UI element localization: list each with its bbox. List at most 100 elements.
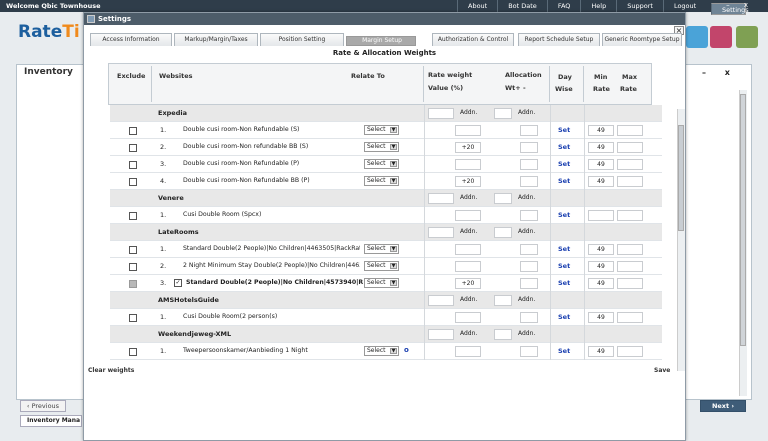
group-allocation-input[interactable]: [494, 108, 512, 119]
group-rate-weight-input[interactable]: [428, 193, 454, 204]
group-allocation-input[interactable]: [494, 329, 512, 340]
min-rate-input[interactable]: 49: [588, 244, 614, 255]
tab-authorization-control[interactable]: Authorization & Control: [432, 33, 514, 46]
next-button[interactable]: Next ›: [700, 400, 746, 412]
rate-weight-input[interactable]: [455, 312, 481, 323]
group-rate-weight-input[interactable]: [428, 295, 454, 306]
exclude-checkbox[interactable]: [129, 246, 137, 254]
exclude-checkbox[interactable]: [129, 161, 137, 169]
tab-generic-roomtype-setup[interactable]: Generic Roomtype Setup: [602, 33, 682, 46]
min-rate-input[interactable]: 49: [588, 261, 614, 272]
rate-weight-input[interactable]: +20: [455, 142, 481, 153]
rate-weight-input[interactable]: [455, 346, 481, 357]
website-checkbox[interactable]: ✓: [174, 279, 182, 287]
exclude-checkbox[interactable]: [129, 263, 137, 271]
tab-position-setting[interactable]: Position Setting: [260, 33, 344, 46]
info-icon[interactable]: o: [404, 346, 409, 354]
min-rate-input[interactable]: 49: [588, 312, 614, 323]
panel-controls[interactable]: – x: [702, 68, 738, 77]
nav-bot-date[interactable]: Bot Date: [497, 0, 547, 12]
relate-to-select[interactable]: Select ▼: [364, 142, 399, 152]
relate-to-select[interactable]: Select ▼: [364, 261, 399, 271]
nav-about[interactable]: About: [457, 0, 497, 12]
relate-to-select[interactable]: Select ▼: [364, 176, 399, 186]
group-rate-weight-input[interactable]: [428, 227, 454, 238]
max-rate-input[interactable]: [617, 346, 643, 357]
rate-weight-input[interactable]: [455, 125, 481, 136]
max-rate-input[interactable]: [617, 176, 643, 187]
relate-to-select[interactable]: Select ▼: [364, 278, 399, 288]
group-allocation-input[interactable]: [494, 193, 512, 204]
allocation-input[interactable]: [520, 346, 538, 357]
tab-report-schedule-setup[interactable]: Report Schedule Setup: [518, 33, 600, 46]
inventory-manager-tab[interactable]: Inventory Mana: [20, 415, 82, 427]
rate-weight-input[interactable]: [455, 159, 481, 170]
relate-to-select[interactable]: Select ▼: [364, 159, 399, 169]
relate-to-select[interactable]: Select ▼: [364, 244, 399, 254]
allocation-input[interactable]: [520, 125, 538, 136]
rate-weight-input[interactable]: +20: [455, 176, 481, 187]
grid-scroll-thumb[interactable]: [678, 125, 684, 231]
min-rate-input[interactable]: 49: [588, 159, 614, 170]
allocation-input[interactable]: [520, 159, 538, 170]
relate-to-select[interactable]: Select ▼: [364, 346, 399, 356]
exclude-checkbox[interactable]: [129, 144, 137, 152]
min-rate-input[interactable]: 49: [588, 346, 614, 357]
max-rate-input[interactable]: [617, 125, 643, 136]
min-rate-input[interactable]: 49: [588, 278, 614, 289]
notes-icon[interactable]: [736, 26, 758, 48]
max-rate-input[interactable]: [617, 278, 643, 289]
relate-to-select[interactable]: Select ▼: [364, 125, 399, 135]
set-link[interactable]: Set: [558, 160, 570, 168]
max-rate-input[interactable]: [617, 244, 643, 255]
set-link[interactable]: Set: [558, 347, 570, 355]
tab-markup-margin-taxes[interactable]: Markup/Margin/Taxes: [174, 33, 258, 46]
allocation-input[interactable]: [520, 142, 538, 153]
exclude-checkbox[interactable]: [129, 314, 137, 322]
set-link[interactable]: Set: [558, 143, 570, 151]
set-link[interactable]: Set: [558, 177, 570, 185]
min-rate-input[interactable]: 49: [588, 142, 614, 153]
set-link[interactable]: Set: [558, 313, 570, 321]
set-link[interactable]: Set: [558, 126, 570, 134]
max-rate-input[interactable]: [617, 261, 643, 272]
set-link[interactable]: Set: [558, 262, 570, 270]
set-link[interactable]: Set: [558, 279, 570, 287]
rate-weight-input[interactable]: +20: [455, 278, 481, 289]
group-rate-weight-input[interactable]: [428, 329, 454, 340]
save-button[interactable]: Save: [654, 367, 670, 374]
exclude-checkbox[interactable]: [129, 178, 137, 186]
nav-support[interactable]: Support: [616, 0, 663, 12]
set-link[interactable]: Set: [558, 211, 570, 219]
set-link[interactable]: Set: [558, 245, 570, 253]
app-icon[interactable]: [686, 26, 708, 48]
panel-scroll-thumb[interactable]: [740, 94, 746, 346]
exclude-checkbox[interactable]: [129, 348, 137, 356]
rate-weight-input[interactable]: [455, 244, 481, 255]
rate-weight-input[interactable]: [455, 261, 481, 272]
tab-margin-setup[interactable]: Margin Setup: [346, 36, 416, 46]
allocation-input[interactable]: [520, 176, 538, 187]
group-allocation-input[interactable]: [494, 227, 512, 238]
max-rate-input[interactable]: [617, 159, 643, 170]
max-rate-input[interactable]: [617, 312, 643, 323]
group-allocation-input[interactable]: [494, 295, 512, 306]
min-rate-input[interactable]: 49: [588, 176, 614, 187]
nav-help[interactable]: Help: [580, 0, 616, 12]
nav-faq[interactable]: FAQ: [546, 0, 581, 12]
min-rate-input[interactable]: 49: [588, 125, 614, 136]
clear-weights-button[interactable]: Clear weights: [88, 367, 134, 374]
allocation-input[interactable]: [520, 278, 538, 289]
allocation-input[interactable]: [520, 210, 538, 221]
previous-button[interactable]: ‹ Previous: [20, 400, 66, 412]
nav-logout[interactable]: Logout: [662, 0, 706, 12]
min-rate-input[interactable]: [588, 210, 614, 221]
tab-access-information[interactable]: Access Information: [90, 33, 172, 46]
max-rate-input[interactable]: [617, 210, 643, 221]
group-rate-weight-input[interactable]: [428, 108, 454, 119]
allocation-input[interactable]: [520, 261, 538, 272]
allocation-input[interactable]: [520, 244, 538, 255]
exclude-checkbox[interactable]: [129, 127, 137, 135]
report-icon[interactable]: [710, 26, 732, 48]
allocation-input[interactable]: [520, 312, 538, 323]
